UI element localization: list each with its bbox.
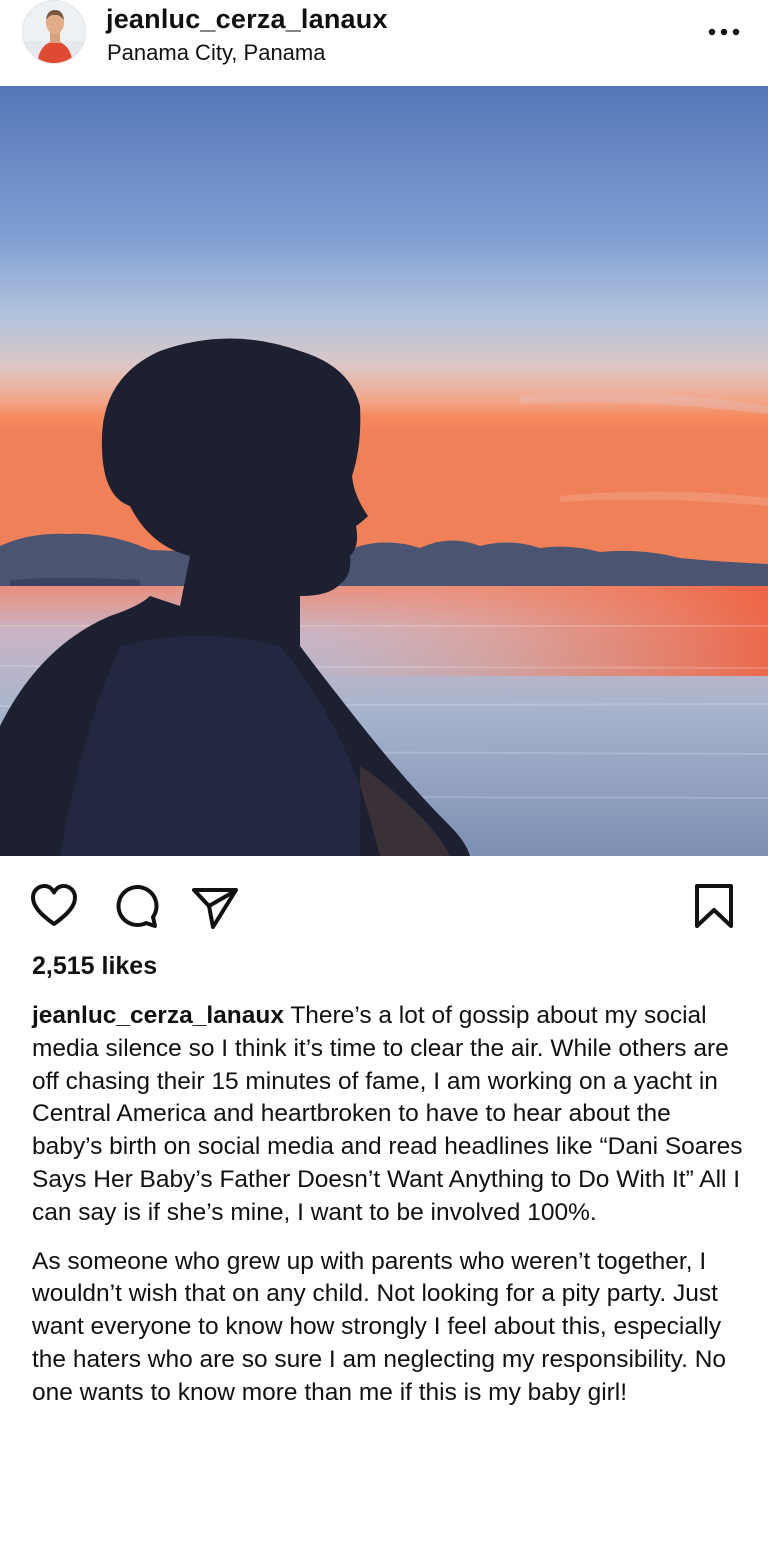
post-caption: jeanluc_cerza_lanaux There’s a lot of go… (32, 1000, 747, 1410)
heart-icon[interactable] (28, 880, 80, 932)
likes-count[interactable]: 2,515 likes (32, 952, 157, 981)
avatar[interactable] (22, 0, 86, 64)
caption-text-1: There’s a lot of gossip about my social … (32, 1002, 743, 1226)
sunset-silhouette-image (0, 86, 768, 856)
post-header: jeanluc_cerza_lanaux Panama City, Panama (0, 0, 768, 86)
post-username[interactable]: jeanluc_cerza_lanaux (106, 4, 388, 35)
comment-icon[interactable] (110, 880, 162, 932)
caption-username[interactable]: jeanluc_cerza_lanaux (32, 1002, 284, 1029)
caption-paragraph-1: jeanluc_cerza_lanaux There’s a lot of go… (32, 1000, 747, 1230)
caption-paragraph-2: As someone who grew up with parents who … (32, 1247, 727, 1406)
post-location[interactable]: Panama City, Panama (107, 40, 325, 66)
action-bar (0, 856, 768, 956)
avatar-image (23, 1, 85, 63)
more-options-icon[interactable] (702, 18, 746, 46)
send-icon[interactable] (188, 880, 240, 932)
bookmark-icon[interactable] (688, 880, 740, 932)
post-photo[interactable] (0, 86, 768, 856)
